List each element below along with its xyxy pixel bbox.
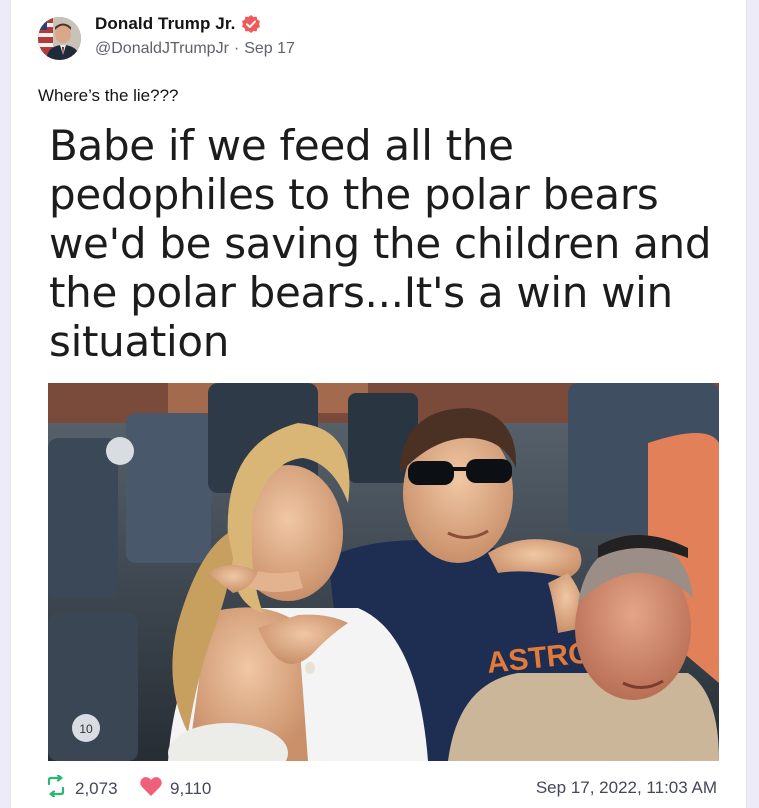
meme-image[interactable]: Babe if we feed all the pedophiles to th… <box>38 115 728 761</box>
retweet-button[interactable]: 2,073 <box>44 774 118 802</box>
like-button[interactable]: 9,110 <box>139 775 211 802</box>
heart-icon <box>139 775 163 802</box>
author-meta: @DonaldJTrumpJr · Sep 17 <box>95 40 295 57</box>
like-count: 9,110 <box>170 778 212 798</box>
retweet-count: 2,073 <box>75 778 118 798</box>
meme-photo: 10 ASTROS <box>48 383 719 761</box>
meme-caption: Babe if we feed all the pedophiles to th… <box>49 121 712 366</box>
seat-number: 10 <box>79 722 93 736</box>
post-text: Where’s the lie??? <box>38 86 179 105</box>
retweet-icon <box>44 774 68 802</box>
author-name[interactable]: Donald Trump Jr. <box>95 14 235 34</box>
post-actions: 2,073 9,110 Sep 17, 2022, 11:03 AM <box>11 774 746 803</box>
post-timestamp[interactable]: Sep 17, 2022, 11:03 AM <box>536 778 717 798</box>
post-date[interactable]: Sep 17 <box>244 40 295 57</box>
author-handle[interactable]: @DonaldJTrumpJr <box>95 40 229 57</box>
avatar[interactable] <box>38 17 81 60</box>
verified-badge-icon <box>241 14 261 34</box>
post-card: Donald Trump Jr. @DonaldJTrumpJr · Sep 17 … <box>10 0 747 808</box>
